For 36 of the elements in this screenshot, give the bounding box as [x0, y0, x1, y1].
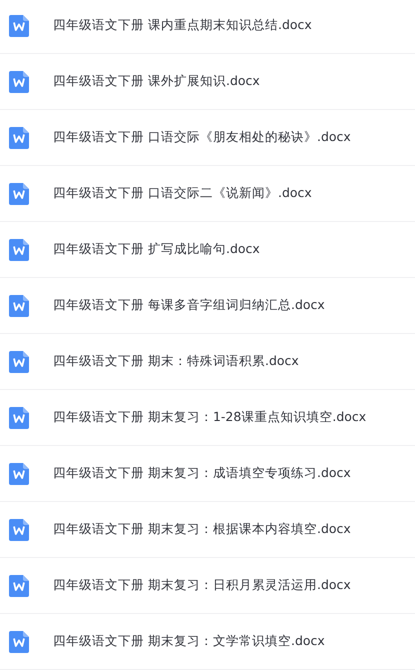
file-name: 四年级语文下册 口语交际《朋友相处的秘诀》.docx — [53, 129, 351, 146]
file-item[interactable]: 四年级语文下册 期末复习：文学常识填空.docx — [0, 614, 415, 670]
file-item[interactable]: 四年级语文下册 口语交际《朋友相处的秘诀》.docx — [0, 110, 415, 166]
file-item[interactable]: 四年级语文下册 期末复习：日积月累灵活运用.docx — [0, 558, 415, 614]
file-name: 四年级语文下册 期末复习：文学常识填空.docx — [53, 633, 325, 650]
file-item[interactable]: 四年级语文下册 课外扩展知识.docx — [0, 54, 415, 110]
file-item[interactable]: 四年级语文下册 期末：特殊词语积累.docx — [0, 334, 415, 390]
document-icon — [9, 574, 29, 596]
file-item[interactable]: 四年级语文下册 课内重点期末知识总结.docx — [0, 0, 415, 54]
file-name: 四年级语文下册 口语交际二《说新闻》.docx — [53, 185, 312, 202]
file-name: 四年级语文下册 课外扩展知识.docx — [53, 73, 260, 90]
file-name: 四年级语文下册 期末复习：1-28课重点知识填空.docx — [53, 409, 366, 426]
document-icon — [9, 350, 29, 372]
document-icon — [9, 182, 29, 204]
document-icon — [9, 518, 29, 540]
document-icon — [9, 14, 29, 36]
document-icon — [9, 294, 29, 316]
file-name: 四年级语文下册 期末复习：日积月累灵活运用.docx — [53, 577, 351, 594]
document-icon — [9, 406, 29, 428]
file-item[interactable]: 四年级语文下册 期末复习：成语填空专项练习.docx — [0, 446, 415, 502]
file-name: 四年级语文下册 扩写成比喻句.docx — [53, 241, 260, 258]
document-icon — [9, 238, 29, 260]
file-item[interactable]: 四年级语文下册 扩写成比喻句.docx — [0, 222, 415, 278]
file-item[interactable]: 四年级语文下册 期末复习：根据课本内容填空.docx — [0, 502, 415, 558]
file-item[interactable]: 四年级语文下册 口语交际二《说新闻》.docx — [0, 166, 415, 222]
file-name: 四年级语文下册 课内重点期末知识总结.docx — [53, 17, 312, 34]
document-icon — [9, 630, 29, 652]
file-name: 四年级语文下册 期末复习：根据课本内容填空.docx — [53, 521, 351, 538]
file-name: 四年级语文下册 期末：特殊词语积累.docx — [53, 353, 299, 370]
document-icon — [9, 70, 29, 92]
document-icon — [9, 462, 29, 484]
file-name: 四年级语文下册 每课多音字组词归纳汇总.docx — [53, 297, 325, 314]
file-item[interactable]: 四年级语文下册 期末复习：1-28课重点知识填空.docx — [0, 390, 415, 446]
file-name: 四年级语文下册 期末复习：成语填空专项练习.docx — [53, 465, 351, 482]
file-item[interactable]: 四年级语文下册 每课多音字组词归纳汇总.docx — [0, 278, 415, 334]
document-icon — [9, 126, 29, 148]
